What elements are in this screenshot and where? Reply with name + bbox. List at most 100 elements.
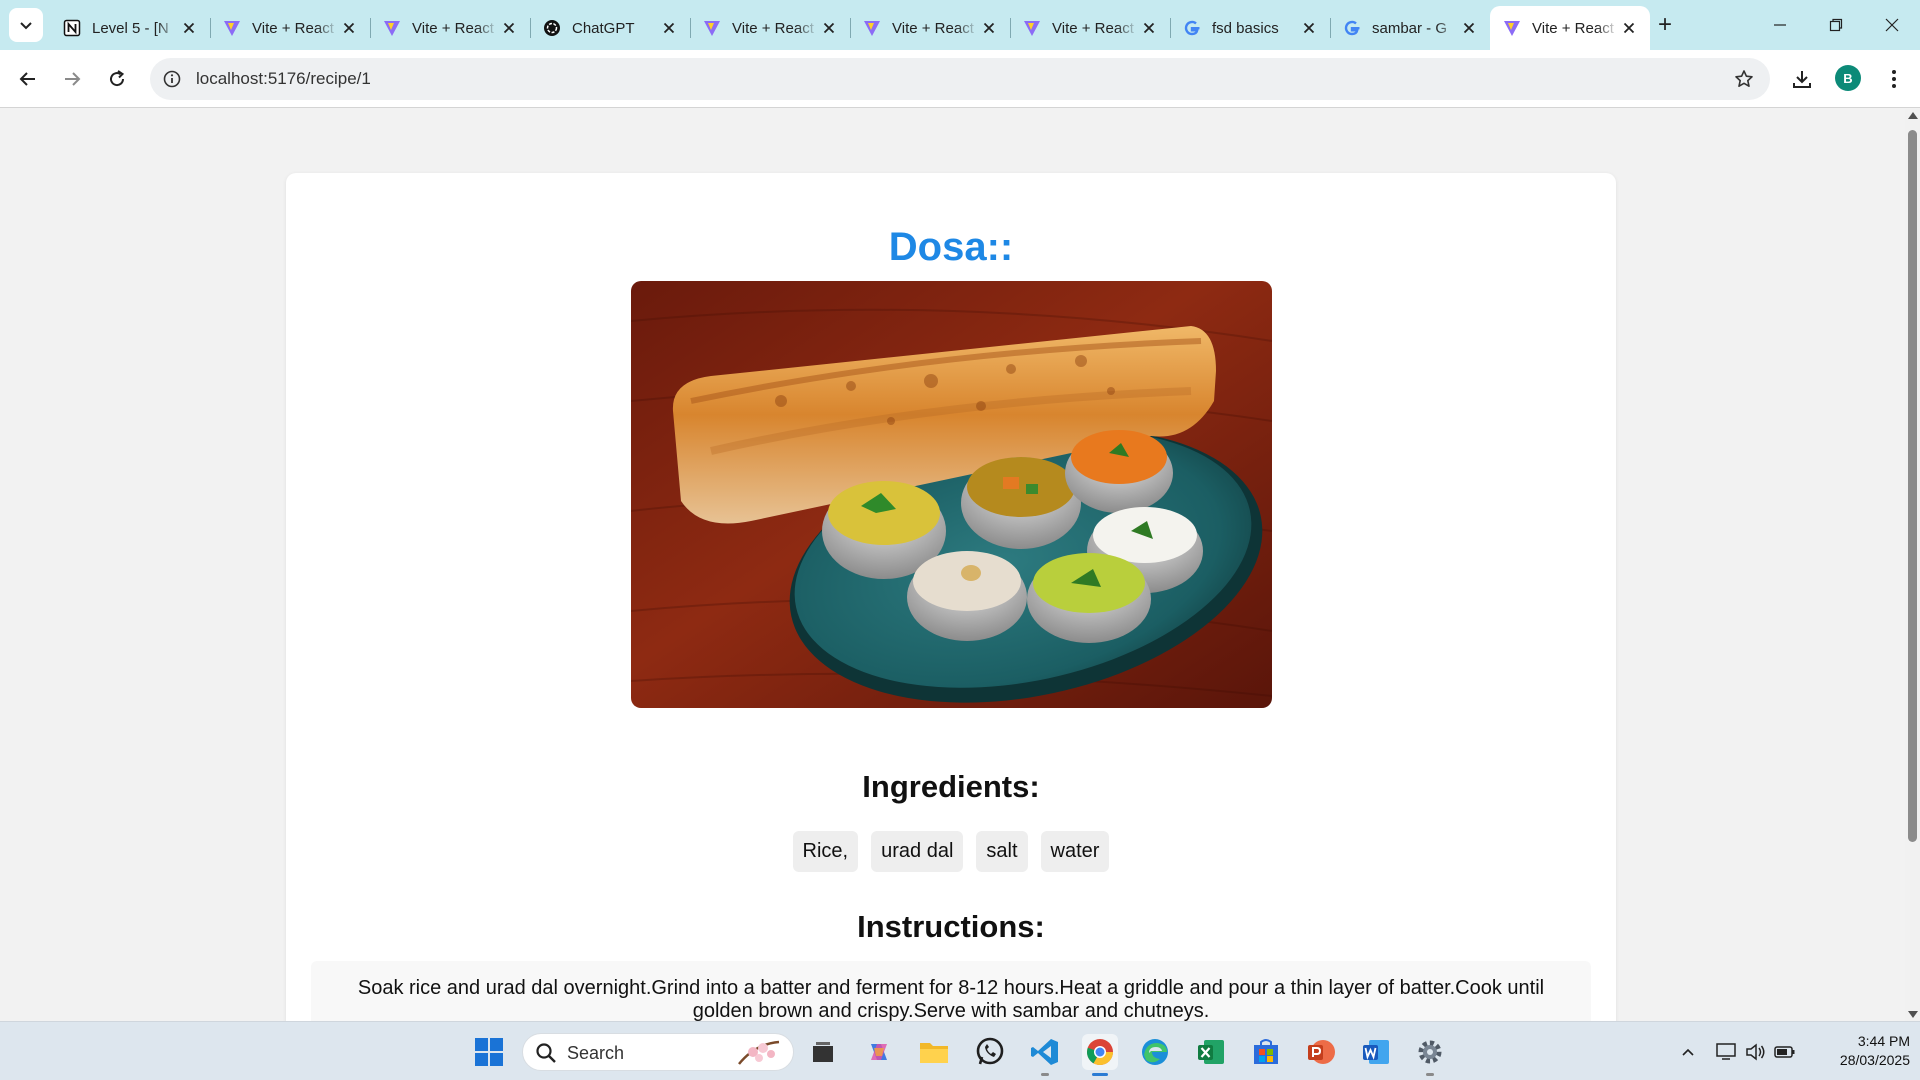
tab-close-icon[interactable] — [1458, 17, 1480, 39]
site-info-icon[interactable] — [160, 67, 184, 91]
plus-icon: + — [1657, 11, 1672, 38]
tab-close-icon[interactable] — [818, 17, 840, 39]
tab-title: Vite + React — [892, 19, 974, 37]
recipe-title: Dosa:: — [888, 225, 1014, 269]
tab-title: sambar - G — [1372, 19, 1448, 37]
browser-tab[interactable]: Vite + React — [370, 6, 530, 50]
tab-close-icon[interactable] — [1298, 17, 1320, 39]
tab-close-icon[interactable] — [978, 17, 1000, 39]
arrow-right-icon — [65, 72, 81, 86]
battery-icon[interactable] — [1773, 1040, 1797, 1064]
file-explorer-icon — [920, 1043, 948, 1063]
window-controls — [1752, 0, 1920, 50]
vite-icon — [862, 18, 882, 38]
store-button[interactable] — [1248, 1034, 1284, 1070]
browser-toolbar: localhost:5176/recipe/1 B — [0, 50, 1920, 108]
address-bar[interactable]: localhost:5176/recipe/1 — [150, 58, 1770, 100]
browser-tab[interactable]: Vite + React — [850, 6, 1010, 50]
reload-button[interactable] — [101, 63, 133, 95]
browser-tab[interactable]: ChatGPT — [530, 6, 690, 50]
ingredient-chip: Rice, — [792, 831, 859, 872]
vscode-button[interactable] — [1027, 1034, 1063, 1076]
vite-icon — [1502, 18, 1522, 38]
scroll-thumb[interactable] — [1908, 130, 1917, 842]
store-icon — [1254, 1039, 1278, 1064]
tray-chevron-icon[interactable] — [1676, 1040, 1700, 1064]
vite-icon — [1022, 18, 1042, 38]
system-clock[interactable]: 3:44 PM 28/03/2025 — [1810, 1032, 1910, 1070]
browser-menu-button[interactable] — [1878, 63, 1910, 95]
notion-icon — [62, 18, 82, 38]
downloads-button[interactable] — [1786, 63, 1818, 95]
browser-tab[interactable]: Vite + React — [1490, 6, 1650, 50]
tab-title: Level 5 - [N — [92, 19, 169, 37]
restore-icon — [1829, 18, 1843, 32]
volume-icon[interactable] — [1744, 1040, 1768, 1064]
windows-taskbar: Search 3:44 PM 28/03/2025 — [0, 1021, 1920, 1080]
start-button[interactable] — [471, 1034, 507, 1070]
instructions-heading: Instructions: — [857, 909, 1045, 944]
task-view-icon — [813, 1042, 833, 1062]
tab-close-icon[interactable] — [178, 17, 200, 39]
browser-tab[interactable]: sambar - G — [1330, 6, 1490, 50]
browser-tab[interactable]: Level 5 - [N — [50, 6, 210, 50]
bookmark-star-icon[interactable] — [1732, 67, 1756, 91]
word-button[interactable] — [1358, 1034, 1394, 1070]
settings-button[interactable] — [1412, 1034, 1448, 1076]
google-icon — [1342, 18, 1362, 38]
tab-title: Vite + React — [252, 19, 334, 37]
tab-close-icon[interactable] — [658, 17, 680, 39]
clock-date: 28/03/2025 — [1839, 1052, 1910, 1068]
browser-tab[interactable]: Vite + React — [690, 6, 850, 50]
instructions-text: Soak rice and urad dal overnight.Grind i… — [311, 961, 1591, 1021]
page-viewport: Dosa:: Ingredients: Rice, urad dal salt … — [0, 109, 1905, 1021]
forward-button[interactable] — [56, 63, 88, 95]
copilot-button[interactable] — [861, 1034, 897, 1070]
search-placeholder: Search — [567, 1043, 625, 1063]
scroll-up-arrow[interactable] — [1908, 112, 1918, 119]
recipe-image — [631, 281, 1272, 708]
whatsapp-button[interactable] — [972, 1034, 1008, 1070]
browser-tab[interactable]: Vite + React — [1010, 6, 1170, 50]
tab-list: Level 5 - [N Vite + React Vite + React Chat… — [50, 6, 1650, 50]
word-icon — [1363, 1040, 1389, 1064]
tab-title: fsd basics — [1212, 19, 1279, 37]
task-view-button[interactable] — [805, 1034, 841, 1070]
vite-icon — [702, 18, 722, 38]
tab-title: Vite + React — [1052, 19, 1134, 37]
ingredient-chip: urad dal — [871, 831, 964, 872]
edge-button[interactable] — [1137, 1034, 1173, 1070]
new-tab-button[interactable]: + — [1650, 10, 1680, 40]
whatsapp-icon — [976, 1037, 1004, 1065]
powerpoint-icon — [1308, 1040, 1335, 1064]
search-icon — [535, 1042, 557, 1064]
browser-tab[interactable]: fsd basics — [1170, 6, 1330, 50]
tab-close-icon[interactable] — [1618, 17, 1640, 39]
minimize-button[interactable] — [1752, 0, 1808, 50]
powerpoint-button[interactable] — [1303, 1034, 1339, 1070]
google-icon — [1182, 18, 1202, 38]
restore-button[interactable] — [1808, 0, 1864, 50]
file-explorer-button[interactable] — [916, 1034, 952, 1070]
tab-search-button[interactable] — [9, 8, 43, 42]
tab-close-icon[interactable] — [338, 17, 360, 39]
excel-button[interactable] — [1193, 1034, 1229, 1070]
page-scrollbar[interactable] — [1905, 109, 1920, 1021]
clock-time: 3:44 PM — [1857, 1033, 1910, 1049]
profile-avatar[interactable]: B — [1835, 65, 1861, 91]
browser-tab[interactable]: Vite + React — [210, 6, 370, 50]
back-button[interactable] — [12, 63, 44, 95]
recipe-card: Dosa:: Ingredients: Rice, urad dal salt … — [286, 173, 1616, 1021]
tab-title: Vite + React — [412, 19, 494, 37]
taskbar-search[interactable]: Search — [522, 1033, 794, 1071]
tab-close-icon[interactable] — [498, 17, 520, 39]
chatgpt-icon — [542, 18, 562, 38]
display-icon[interactable] — [1715, 1040, 1739, 1064]
close-window-button[interactable] — [1864, 0, 1920, 50]
tab-title: Vite + React — [732, 19, 814, 37]
url-text: localhost:5176/recipe/1 — [196, 69, 371, 88]
ingredient-chip: salt — [976, 831, 1028, 872]
tab-close-icon[interactable] — [1138, 17, 1160, 39]
scroll-down-arrow[interactable] — [1908, 1011, 1918, 1018]
chrome-button[interactable] — [1082, 1034, 1118, 1076]
